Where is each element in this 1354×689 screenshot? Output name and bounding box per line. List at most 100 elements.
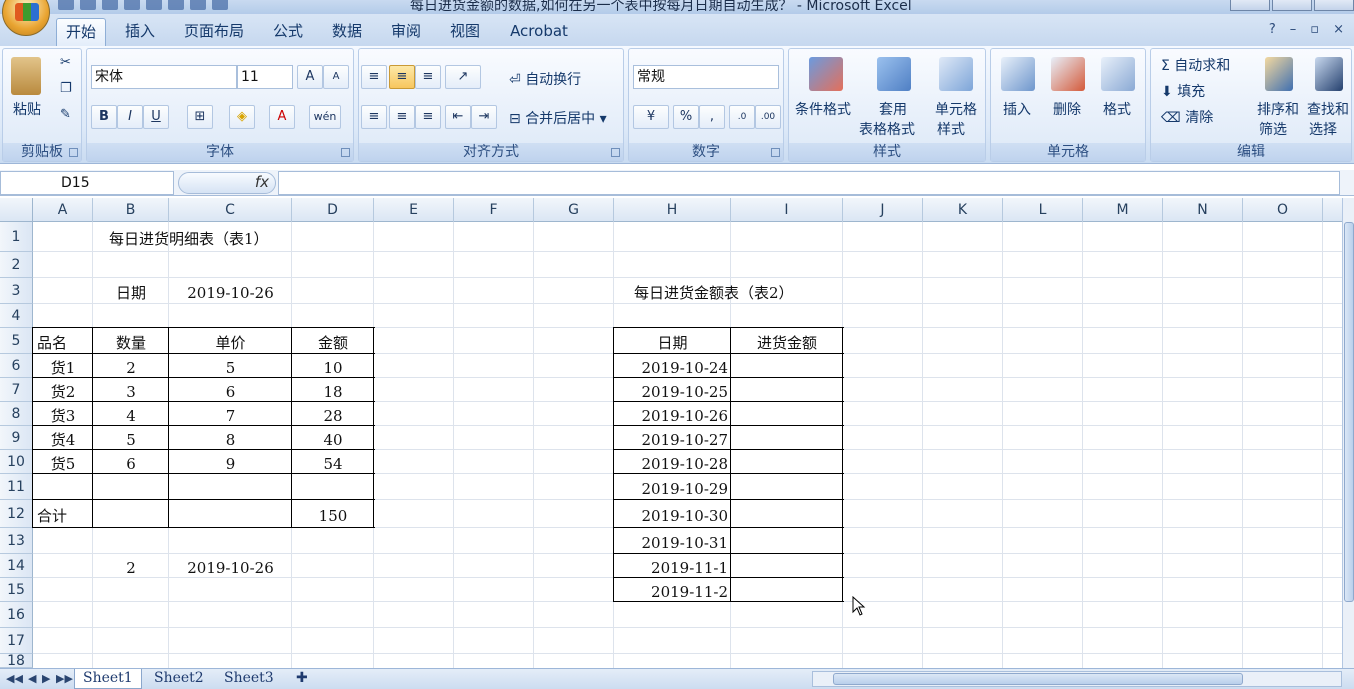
sort-filter-icon[interactable] <box>1265 57 1293 91</box>
cell-date-value[interactable]: 2019-10-26 <box>169 278 292 304</box>
align-left-icon[interactable]: ≡ <box>361 105 387 129</box>
table1-cell[interactable] <box>169 500 292 528</box>
find-select-label-2[interactable]: 选择 <box>1309 119 1337 139</box>
sort-filter-label-1[interactable]: 排序和 <box>1257 99 1299 119</box>
next-sheet-icon[interactable]: ▶ <box>42 672 50 685</box>
dialog-launcher-icon[interactable] <box>611 148 620 157</box>
tab-data[interactable]: 数据 <box>325 18 369 46</box>
row-header-16[interactable]: 16 <box>0 602 33 628</box>
decrease-indent-icon[interactable]: ⇤ <box>445 105 471 129</box>
conditional-formatting-button[interactable]: 条件格式 <box>795 99 851 119</box>
table1-cell[interactable]: 54 <box>292 450 374 474</box>
close-button[interactable] <box>1314 0 1354 11</box>
table1-cell[interactable]: 5 <box>93 426 169 450</box>
merge-center-button[interactable]: ⊟ 合并后居中 ▾ <box>509 108 607 128</box>
shrink-font-button[interactable]: A <box>323 65 349 89</box>
align-bottom-icon[interactable]: ≡ <box>415 65 441 89</box>
insert-cells-icon[interactable] <box>1001 57 1035 91</box>
increase-decimal-icon[interactable]: .0 <box>729 105 755 129</box>
format-as-table-label-2[interactable]: 表格格式 <box>859 119 915 139</box>
tab-insert[interactable]: 插入 <box>118 18 162 46</box>
borders-icon[interactable]: ⊞ <box>187 105 213 129</box>
tab-view[interactable]: 视图 <box>443 18 487 46</box>
cell-title-table2[interactable]: 每日进货金额表（表2） <box>614 278 843 304</box>
column-header-o[interactable]: O <box>1243 198 1323 222</box>
table2-cell[interactable]: 2019-10-30 <box>614 500 731 528</box>
table1-cell[interactable]: 货2 <box>33 378 93 402</box>
table1-cell[interactable]: 6 <box>169 378 292 402</box>
table1-cell[interactable]: 货3 <box>33 402 93 426</box>
row-header-1[interactable]: 1 <box>0 222 33 252</box>
table1-cell[interactable]: 3 <box>93 378 169 402</box>
conditional-formatting-icon[interactable] <box>809 57 843 91</box>
table1-cell[interactable]: 货5 <box>33 450 93 474</box>
row-header-15[interactable]: 15 <box>0 578 33 602</box>
table1-header-cell[interactable]: 金额 <box>292 328 374 354</box>
cell-styles-label-1[interactable]: 单元格 <box>935 99 977 119</box>
row-header-14[interactable]: 14 <box>0 554 33 578</box>
last-sheet-icon[interactable]: ▶▶ <box>56 672 73 685</box>
column-header-d[interactable]: D <box>292 198 374 222</box>
table2-cell[interactable] <box>731 402 843 426</box>
table2-cell[interactable] <box>731 554 843 578</box>
minimize-button[interactable] <box>1230 0 1270 11</box>
vertical-scrollbar[interactable] <box>1342 198 1354 668</box>
cell-c14[interactable]: 2019-10-26 <box>169 554 292 578</box>
cell-styles-label-2[interactable]: 样式 <box>937 119 965 139</box>
select-all-corner[interactable] <box>0 198 33 222</box>
underline-button[interactable]: U <box>143 105 169 129</box>
table2-cell[interactable] <box>731 426 843 450</box>
sort-filter-label-2[interactable]: 筛选 <box>1259 119 1287 139</box>
comma-button[interactable]: , <box>699 105 725 129</box>
redo-icon[interactable] <box>102 0 118 10</box>
column-header-j[interactable]: J <box>843 198 923 222</box>
paste-button[interactable]: 粘贴 <box>13 99 41 119</box>
table2-cell[interactable]: 2019-10-28 <box>614 450 731 474</box>
column-header-m[interactable]: M <box>1083 198 1163 222</box>
formula-input[interactable] <box>278 171 1340 195</box>
table2-cell[interactable] <box>731 354 843 378</box>
table1-cell[interactable]: 10 <box>292 354 374 378</box>
orientation-icon[interactable]: ↗ <box>445 65 481 89</box>
fill-color-icon[interactable]: ◈ <box>229 105 255 129</box>
align-middle-icon[interactable]: ≡ <box>389 65 415 89</box>
table1-cell[interactable] <box>292 474 374 500</box>
phonetic-button[interactable]: wén <box>309 105 341 129</box>
font-size-select[interactable]: 11 <box>237 65 293 89</box>
table2-cell[interactable]: 2019-11-2 <box>614 578 731 602</box>
grid-icon[interactable] <box>146 0 162 10</box>
table1-cell[interactable]: 40 <box>292 426 374 450</box>
tab-review[interactable]: 审阅 <box>384 18 428 46</box>
bold-button[interactable]: B <box>91 105 117 129</box>
table1-cell[interactable] <box>93 474 169 500</box>
number-format-select[interactable]: 常规 <box>633 65 779 89</box>
column-header-k[interactable]: K <box>923 198 1003 222</box>
table2-cell[interactable]: 2019-10-27 <box>614 426 731 450</box>
table1-cell[interactable] <box>93 500 169 528</box>
autosum-button[interactable]: Σ 自动求和 <box>1161 55 1230 75</box>
table2-cell[interactable]: 2019-10-29 <box>614 474 731 500</box>
table1-header-cell[interactable]: 数量 <box>93 328 169 354</box>
prev-sheet-icon[interactable]: ◀ <box>28 672 36 685</box>
row-header-7[interactable]: 7 <box>0 378 33 402</box>
name-box[interactable]: D15 <box>0 171 174 195</box>
table2-cell[interactable] <box>731 500 843 528</box>
fill-button[interactable]: ⬇ 填充 <box>1161 81 1205 101</box>
copy-icon[interactable]: ❐ <box>60 81 72 96</box>
row-header-10[interactable]: 10 <box>0 450 33 474</box>
format-as-table-icon[interactable] <box>877 57 911 91</box>
row-header-5[interactable]: 5 <box>0 328 33 354</box>
italic-button[interactable]: I <box>117 105 143 129</box>
tab-acrobat[interactable]: Acrobat <box>502 18 576 46</box>
table2-cell[interactable]: 2019-10-26 <box>614 402 731 426</box>
delete-cells-icon[interactable] <box>1051 57 1085 91</box>
column-header-b[interactable]: B <box>93 198 169 222</box>
ribbon-restore-icon[interactable]: ▫ <box>1310 22 1319 37</box>
insert-cells-button[interactable]: 插入 <box>1003 99 1031 119</box>
font-name-select[interactable]: 宋体 <box>91 65 237 89</box>
table2-cell[interactable] <box>731 528 843 554</box>
cell-styles-icon[interactable] <box>939 57 973 91</box>
column-header-f[interactable]: F <box>454 198 534 222</box>
table2-cell[interactable] <box>731 378 843 402</box>
cut-icon[interactable]: ✂ <box>60 55 71 70</box>
